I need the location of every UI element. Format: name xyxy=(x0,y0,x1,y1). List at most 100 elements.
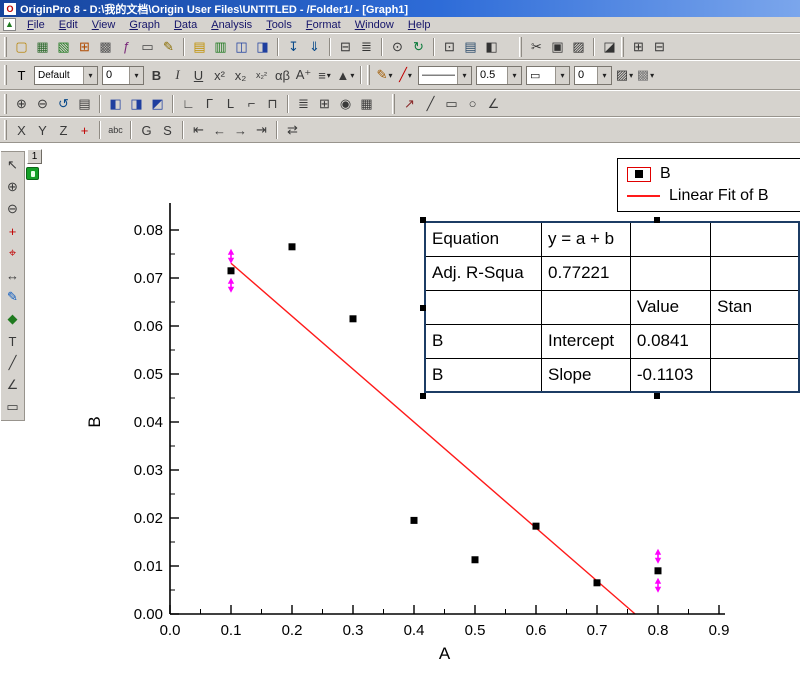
draw-rect-icon[interactable]: ▭ xyxy=(441,94,462,114)
menu-window[interactable]: Window xyxy=(348,19,401,31)
save-template-icon[interactable]: ◨ xyxy=(252,37,273,57)
menu-edit[interactable]: Edit xyxy=(52,19,85,31)
screen-reader-tool-icon[interactable]: + xyxy=(2,221,23,241)
add-inset-layer-icon[interactable]: ◩ xyxy=(147,94,168,114)
script-window-icon[interactable]: ≣ xyxy=(356,37,377,57)
x-axis-title[interactable]: A xyxy=(439,644,451,663)
font-grow-button[interactable]: A⁺ xyxy=(293,65,314,85)
print-icon[interactable]: ⊟ xyxy=(335,37,356,57)
move-back-icon[interactable]: ← xyxy=(209,120,230,140)
font-size-combo-arrow-icon[interactable]: ▾ xyxy=(129,66,143,84)
results-log-icon[interactable]: ▤ xyxy=(460,37,481,57)
line-width-combo[interactable]: 0.5 ▾ xyxy=(476,65,522,85)
new-layout-icon[interactable]: ▭ xyxy=(137,37,158,57)
group-button[interactable]: G xyxy=(136,120,157,140)
add-layer-left-icon[interactable]: ◧ xyxy=(105,94,126,114)
toolbar-grip[interactable] xyxy=(4,120,7,140)
text-tool-icon[interactable]: T xyxy=(2,331,23,351)
underline-button[interactable]: U xyxy=(188,65,209,85)
draw-line-icon[interactable]: ╱ xyxy=(420,94,441,114)
bold-button[interactable]: B xyxy=(146,65,167,85)
move-front-icon[interactable]: → xyxy=(230,120,251,140)
data-point[interactable] xyxy=(227,267,235,275)
legend-box[interactable]: B Linear Fit of B xyxy=(617,158,800,212)
fill-color-dropdown[interactable]: ▩ ▾ xyxy=(635,65,656,85)
object-align-icon[interactable]: ≣ xyxy=(293,94,314,114)
new-function-icon[interactable]: ƒ xyxy=(116,37,137,57)
whole-page-icon[interactable]: ▤ xyxy=(74,94,95,114)
add-point-button[interactable]: + xyxy=(74,120,95,140)
menu-analysis[interactable]: Analysis xyxy=(204,19,259,31)
new-workbook-icon[interactable]: ▦ xyxy=(32,37,53,57)
symbol-dropdown[interactable]: ▲ ▾ xyxy=(335,65,356,85)
merge-graph-icon[interactable]: ⊞ xyxy=(314,94,335,114)
subsuperscript-button[interactable]: x₂² xyxy=(251,65,272,85)
add-layer-right-icon[interactable]: ◨ xyxy=(126,94,147,114)
menu-graph[interactable]: Graph xyxy=(122,19,167,31)
zoom-in-tool-icon[interactable]: ⊕ xyxy=(2,177,23,197)
zoom-in-icon[interactable]: ⊕ xyxy=(11,94,32,114)
draw-data-tool-icon[interactable]: ✎ xyxy=(2,287,23,307)
pattern-dropdown[interactable]: ▨ ▾ xyxy=(614,65,635,85)
toolbar-grip[interactable] xyxy=(4,65,7,85)
frame-width-combo[interactable]: 0 ▾ xyxy=(574,65,612,85)
draw-circle-icon[interactable]: ○ xyxy=(462,94,483,114)
font-size-combo[interactable]: 0 ▾ xyxy=(102,65,144,85)
open-excel-icon[interactable]: ▥ xyxy=(210,37,231,57)
axis-bottom-icon[interactable]: ∟ xyxy=(178,94,199,114)
new-excel-icon[interactable]: ▧ xyxy=(53,37,74,57)
y-axis-title[interactable]: B xyxy=(85,416,104,427)
greek-button[interactable]: αβ xyxy=(272,65,293,85)
data-selector-tool-icon[interactable]: ↔ xyxy=(2,265,23,285)
menu-file[interactable]: File xyxy=(20,19,52,31)
font-combo[interactable]: Default ▾ xyxy=(34,65,98,85)
code-builder-icon[interactable]: ◧ xyxy=(481,37,502,57)
rescale-icon[interactable]: ↺ xyxy=(53,94,74,114)
import-wizard-icon[interactable]: ↧ xyxy=(283,37,304,57)
subscript-button[interactable]: x₂ xyxy=(230,65,251,85)
title-bar[interactable]: O OriginPro 8 - D:\我的文档\Origin User File… xyxy=(0,0,800,17)
y-axis-button[interactable]: Y xyxy=(32,120,53,140)
selection-handle[interactable] xyxy=(420,217,426,223)
pointer-tool-icon[interactable]: ↖ xyxy=(2,155,23,175)
toolbar-grip[interactable] xyxy=(621,36,624,57)
layer-contents-icon[interactable]: ⊞ xyxy=(628,37,649,57)
draw-arrow-icon[interactable]: ↗ xyxy=(399,94,420,114)
graph-window-icon[interactable]: ▲ xyxy=(3,18,16,31)
align-dropdown[interactable]: ≡ ▾ xyxy=(314,65,335,85)
new-graph-icon[interactable]: ⊞ xyxy=(74,37,95,57)
polyline-tool-icon[interactable]: ∠ xyxy=(2,375,23,395)
selection-handle[interactable] xyxy=(420,393,426,399)
selection-handle[interactable] xyxy=(420,305,426,311)
frame-style-combo[interactable]: ▭ ▾ xyxy=(526,65,570,85)
data-reader-tool-icon[interactable]: ⌖ xyxy=(2,243,23,263)
project-explorer-icon[interactable]: ⊡ xyxy=(439,37,460,57)
axis-left-icon[interactable]: L xyxy=(220,94,241,114)
line-tool-icon[interactable]: ╱ xyxy=(2,353,23,373)
zoom-out-icon[interactable]: ⊖ xyxy=(32,94,53,114)
line-style-combo-arrow-icon[interactable]: ▾ xyxy=(457,66,471,84)
text-style-icon[interactable]: T xyxy=(11,65,32,85)
spacing-button[interactable]: S xyxy=(157,120,178,140)
superscript-button[interactable]: x² xyxy=(209,65,230,85)
data-point[interactable] xyxy=(471,556,479,564)
menu-tools[interactable]: Tools xyxy=(259,19,299,31)
draw-polyline-icon[interactable]: ∠ xyxy=(483,94,504,114)
line-style-combo[interactable]: ——— ▾ xyxy=(418,65,472,85)
italic-button[interactable]: I xyxy=(167,65,188,85)
open-icon[interactable]: ▤ xyxy=(189,37,210,57)
mask-tool-icon[interactable]: ◆ xyxy=(2,309,23,329)
bring-to-front-icon[interactable]: ⇥ xyxy=(251,120,272,140)
data-point[interactable] xyxy=(593,579,601,587)
copy-icon[interactable]: ▣ xyxy=(547,37,568,57)
date-time-stamp-icon[interactable]: ◉ xyxy=(335,94,356,114)
z-axis-button[interactable]: Z xyxy=(53,120,74,140)
paste-icon[interactable]: ▨ xyxy=(568,37,589,57)
line-width-combo-arrow-icon[interactable]: ▾ xyxy=(507,66,521,84)
axis-box-icon[interactable]: ⊓ xyxy=(262,94,283,114)
data-point[interactable] xyxy=(532,522,540,530)
new-matrix-icon[interactable]: ▩ xyxy=(95,37,116,57)
axis-right-icon[interactable]: ⌐ xyxy=(241,94,262,114)
refresh-icon[interactable]: ↻ xyxy=(408,37,429,57)
rotate-text-icon[interactable]: abc xyxy=(105,120,126,140)
